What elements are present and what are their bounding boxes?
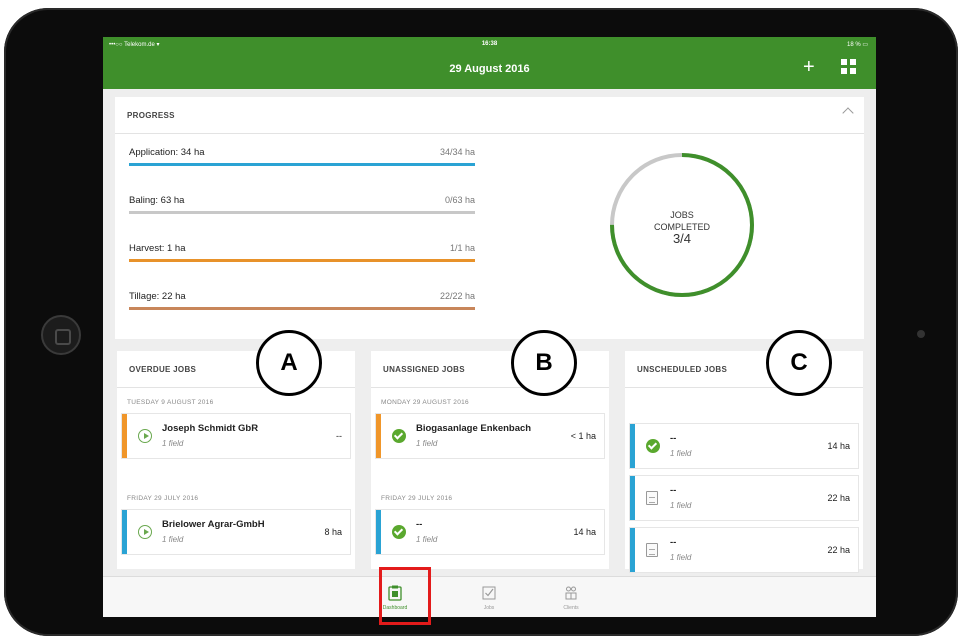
progress-value: 0/63 ha	[444, 195, 475, 205]
tab-clients[interactable]: Clients	[548, 577, 594, 617]
job-area: 8 ha	[324, 527, 342, 537]
progress-bar-fill	[129, 163, 475, 166]
unscheduled-title: UNSCHEDULED JOBS	[637, 365, 728, 374]
unassigned-jobs-panel: UNASSIGNED JOBS MONDAY 29 AUGUST 2016 Bio…	[371, 351, 609, 569]
job-area: 22 ha	[827, 493, 850, 503]
progress-label: Application: 34 ha	[129, 147, 205, 158]
job-card[interactable]: -- 1 field 22 ha	[629, 527, 859, 573]
job-card[interactable]: Joseph Schmidt GbR 1 field --	[121, 413, 351, 459]
play-icon	[138, 525, 152, 539]
progress-header[interactable]: PROGRESS	[115, 97, 864, 134]
job-name: --	[670, 433, 677, 444]
progress-bar	[129, 211, 475, 214]
progress-label: Harvest: 1 ha	[129, 243, 186, 254]
check-icon	[392, 429, 406, 443]
top-bar: •••○○ Telekom.de ▾ 16:38 18 % ▭ 29 Augus…	[103, 37, 876, 89]
progress-value: 34/34 ha	[439, 147, 475, 157]
unscheduled-jobs-panel: UNSCHEDULED JOBS -- 1 field 14 ha -- 1 field…	[625, 351, 863, 573]
job-status-strip	[630, 424, 635, 468]
progress-value: 1/1 ha	[449, 243, 475, 253]
callout-c: C	[766, 330, 832, 396]
progress-title: PROGRESS	[127, 111, 175, 120]
progress-row: Tillage: 22 ha 22/22 ha	[129, 291, 475, 321]
job-fields: 1 field	[162, 439, 184, 448]
tab-jobs-label: Jobs	[483, 605, 495, 611]
job-area: 14 ha	[573, 527, 596, 537]
callout-a: A	[256, 330, 322, 396]
job-name: --	[670, 485, 677, 496]
job-fields: 1 field	[670, 553, 692, 562]
job-card[interactable]: -- 1 field 14 ha	[629, 423, 859, 469]
job-status-strip	[122, 414, 127, 458]
progress-value: 22/22 ha	[439, 291, 475, 301]
group-date: FRIDAY 29 JULY 2016	[381, 495, 453, 502]
job-name: --	[670, 537, 677, 548]
job-fields: 1 field	[416, 439, 438, 448]
bottom-tab-bar: Dashboard Jobs Clients	[103, 576, 876, 617]
document-icon	[646, 543, 658, 557]
dashboard-tab-highlight	[379, 567, 431, 625]
job-status-strip	[630, 528, 635, 572]
job-fields: 1 field	[670, 501, 692, 510]
tab-clients-label: Clients	[563, 605, 579, 611]
job-card[interactable]: Biogasanlage Enkenbach 1 field < 1 ha	[375, 413, 605, 459]
people-icon	[565, 586, 577, 600]
overdue-title: OVERDUE JOBS	[129, 365, 197, 374]
progress-bar-fill	[129, 259, 475, 262]
job-status-strip	[122, 510, 127, 554]
job-name: Brielower Agrar-GmbH	[162, 519, 265, 530]
header-date: 29 August 2016	[449, 63, 530, 75]
group-date: MONDAY 29 AUGUST 2016	[381, 399, 469, 406]
overdue-jobs-panel: OVERDUE JOBS TUESDAY 9 AUGUST 2016 Joseph…	[117, 351, 355, 569]
status-time: 16:38	[481, 41, 498, 47]
collapse-chevron-icon[interactable]	[842, 107, 854, 119]
job-fields: 1 field	[670, 449, 692, 458]
document-icon	[646, 491, 658, 505]
app-screen: •••○○ Telekom.de ▾ 16:38 18 % ▭ 29 Augus…	[103, 37, 876, 617]
progress-bar	[129, 163, 475, 166]
unassigned-title: UNASSIGNED JOBS	[383, 365, 465, 374]
jobs-completed-ring: JOBS COMPLETED 3/4	[592, 145, 772, 305]
progress-row: Application: 34 ha 34/34 ha	[129, 147, 475, 177]
job-status-strip	[376, 414, 381, 458]
group-date: TUESDAY 9 AUGUST 2016	[127, 399, 214, 406]
progress-bar	[129, 307, 475, 310]
job-area: --	[336, 431, 342, 441]
checkbox-icon	[482, 586, 496, 600]
job-name: Joseph Schmidt GbR	[162, 423, 259, 434]
progress-row: Harvest: 1 ha 1/1 ha	[129, 243, 475, 273]
progress-label: Baling: 63 ha	[129, 195, 185, 206]
progress-panel: PROGRESS Application: 34 ha 34/34 ha Balin…	[115, 97, 864, 339]
job-area: 22 ha	[827, 545, 850, 555]
home-button[interactable]	[41, 315, 81, 355]
progress-row: Baling: 63 ha 0/63 ha	[129, 195, 475, 225]
camera-lens	[917, 330, 925, 338]
ring-label: JOBS COMPLETED 3/4	[592, 209, 772, 245]
job-status-strip	[376, 510, 381, 554]
job-name: Biogasanlage Enkenbach	[416, 423, 532, 434]
progress-label: Tillage: 22 ha	[129, 291, 186, 302]
job-card[interactable]: -- 1 field 22 ha	[629, 475, 859, 521]
callout-b: B	[511, 330, 577, 396]
check-icon	[646, 439, 660, 453]
play-icon	[138, 429, 152, 443]
add-button[interactable]: +	[803, 57, 815, 77]
job-card[interactable]: Brielower Agrar-GmbH 1 field 8 ha	[121, 509, 351, 555]
grid-view-icon[interactable]	[841, 59, 857, 75]
tab-jobs[interactable]: Jobs	[466, 577, 512, 617]
group-date: FRIDAY 29 JULY 2016	[127, 495, 199, 502]
battery-status: 18 % ▭	[846, 42, 868, 48]
jobs-label-line1: JOBS	[670, 210, 694, 220]
job-card[interactable]: -- 1 field 14 ha	[375, 509, 605, 555]
job-name: --	[416, 519, 423, 530]
job-area: 14 ha	[827, 441, 850, 451]
progress-bar	[129, 259, 475, 262]
job-status-strip	[630, 476, 635, 520]
jobs-count: 3/4	[672, 231, 692, 246]
job-fields: 1 field	[162, 535, 184, 544]
job-fields: 1 field	[416, 535, 438, 544]
check-icon	[392, 525, 406, 539]
job-area: < 1 ha	[570, 431, 596, 441]
progress-bar-fill	[129, 307, 475, 310]
